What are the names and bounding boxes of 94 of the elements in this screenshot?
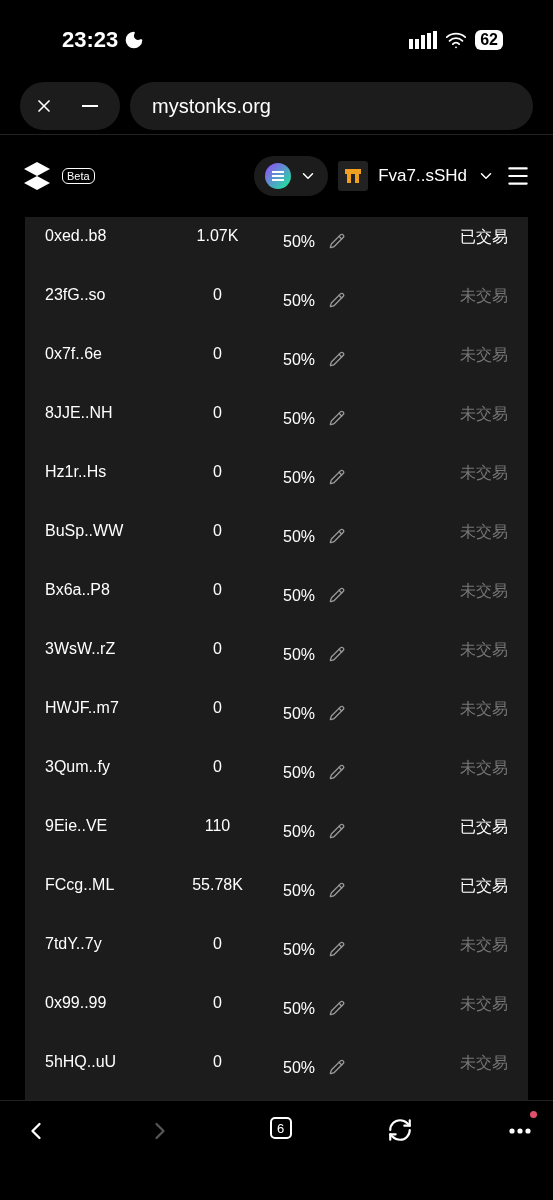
edit-button[interactable]: [329, 1059, 346, 1075]
status-cell-text: 未交易: [459, 699, 508, 719]
logo-icon: [22, 161, 52, 191]
notification-dot: [530, 1111, 537, 1118]
percent-cell: 50%: [283, 941, 316, 959]
status-cell-text: 已交易: [459, 876, 508, 896]
status-cell-text: 未交易: [459, 463, 508, 483]
address-cell-text: BuSp..WW: [45, 521, 125, 541]
status-cell-text: 未交易: [459, 345, 508, 365]
address-cell-text: 3WsW..rZ: [45, 639, 117, 659]
amount-cell-text: 0: [212, 403, 223, 423]
edit-button[interactable]: [329, 469, 346, 485]
address-cell-text: 7tdY..7y: [45, 934, 103, 954]
beta-badge: Beta: [62, 168, 95, 184]
edit-button[interactable]: [329, 823, 346, 839]
status-cell-text: 未交易: [459, 404, 508, 424]
percent-cell: 50%: [283, 469, 316, 487]
address-bar[interactable]: mystonks.org: [130, 82, 533, 130]
edit-button[interactable]: [329, 941, 346, 957]
percent-cell: 50%: [283, 882, 316, 900]
edit-button[interactable]: [329, 882, 346, 898]
amount-cell-text: 0: [212, 757, 223, 777]
percent-cell: 50%: [283, 1059, 316, 1077]
coin-icon: [265, 163, 292, 189]
wallet-button[interactable]: Fva7..sSHd: [378, 166, 495, 186]
amount-cell-text: 0: [212, 698, 223, 718]
edit-button[interactable]: [329, 528, 346, 544]
amount-cell-text: 0: [212, 1052, 223, 1072]
status-cell-text: 未交易: [459, 522, 508, 542]
edit-button[interactable]: [329, 1000, 346, 1016]
edit-button[interactable]: [329, 705, 346, 721]
percent-cell: 50%: [283, 587, 316, 605]
edit-button[interactable]: [329, 764, 346, 780]
chain-selector[interactable]: [254, 156, 329, 196]
amount-cell-text: 0: [212, 639, 223, 659]
status-cell-text: 未交易: [459, 1053, 508, 1073]
status-cell-text: 已交易: [459, 817, 508, 837]
percent-cell: 50%: [283, 823, 316, 841]
amount-cell-text: 0: [212, 993, 223, 1013]
edit-button[interactable]: [329, 587, 346, 603]
percent-cell: 50%: [283, 351, 316, 369]
tabs-button[interactable]: 6: [269, 1117, 292, 1139]
amount-cell-text: 0: [212, 934, 223, 954]
address-cell-text: FCcg..ML: [45, 875, 116, 895]
address-cell-text: 0xed..b8: [45, 226, 108, 246]
status-cell-text: 未交易: [459, 994, 508, 1014]
address-cell-text: Bx6a..P8: [45, 580, 111, 600]
edit-button[interactable]: [329, 646, 346, 662]
more-icon: [509, 1128, 531, 1134]
url-text: mystonks.org: [151, 94, 271, 118]
percent-cell: 50%: [283, 646, 316, 664]
amount-cell-text: 1.07K: [195, 226, 240, 246]
more-button[interactable]: [509, 1128, 531, 1134]
address-cell-text: 0x99..99: [45, 993, 108, 1013]
status-cell-text: 未交易: [459, 581, 508, 601]
status-cell-text: 未交易: [459, 935, 508, 955]
address-cell-text: 23fG..so: [45, 285, 107, 305]
address-cell-text: HWJF..m7: [45, 698, 120, 718]
avatar-icon: [338, 161, 369, 191]
reload-button[interactable]: [387, 1117, 414, 1143]
battery-level: 62: [475, 30, 503, 50]
edit-button[interactable]: [329, 351, 346, 367]
status-cell-text: 已交易: [459, 227, 508, 247]
percent-cell: 50%: [283, 410, 316, 428]
percent-cell: 50%: [283, 233, 316, 251]
edit-button[interactable]: [329, 233, 346, 249]
percent-cell: 50%: [283, 1000, 316, 1018]
minus-icon: [82, 105, 98, 107]
address-cell-text: 5hHQ..uU: [45, 1052, 118, 1072]
status-cell-text: 未交易: [459, 286, 508, 306]
moon-icon: [124, 30, 145, 50]
edit-button[interactable]: [329, 292, 346, 308]
percent-cell: 50%: [283, 705, 316, 723]
amount-cell-text: 0: [212, 285, 223, 305]
amount-cell-text: 0: [212, 580, 223, 600]
percent-cell: 50%: [283, 764, 316, 782]
status-cell-text: 未交易: [459, 758, 508, 778]
amount-cell-text: 110: [203, 816, 232, 836]
address-cell-text: 9Eie..VE: [45, 816, 109, 836]
address-cell-text: 0x7f..6e: [45, 344, 103, 364]
edit-button[interactable]: [329, 410, 346, 426]
amount-cell-text: 0: [212, 521, 223, 541]
status-cell-text: 未交易: [459, 640, 508, 660]
percent-cell: 50%: [283, 292, 316, 310]
percent-cell: 50%: [283, 528, 316, 546]
reload-icon: [387, 1117, 414, 1143]
clock: 23:23: [62, 27, 119, 53]
amount-cell-text: 0: [212, 462, 223, 482]
signal-icon: [409, 31, 438, 49]
amount-cell-text: 55.78K: [191, 875, 244, 895]
address-cell-text: 3Qum..fy: [45, 757, 111, 777]
address-cell-text: Hz1r..Hs: [45, 462, 108, 482]
amount-cell-text: 0: [212, 344, 223, 364]
address-cell-text: 8JJE..NH: [45, 403, 114, 423]
